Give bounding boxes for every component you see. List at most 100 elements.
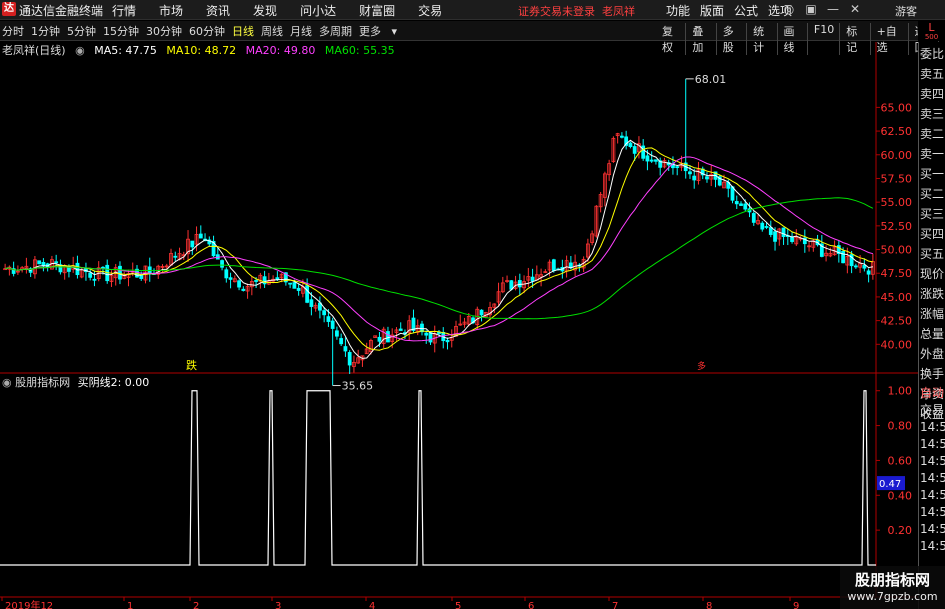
candle-down	[517, 280, 522, 288]
candle-down	[343, 346, 348, 352]
current-value-text: 0.47	[879, 479, 901, 490]
side-item-bid3[interactable]: 买三	[920, 204, 945, 225]
tab-5min[interactable]: 5分钟	[67, 23, 96, 39]
app-logo: 达	[2, 2, 16, 16]
menu-layout[interactable]: 版面	[700, 2, 724, 19]
login-warning[interactable]: 证券交易未登录 老凤祥	[518, 3, 635, 19]
candle-down	[743, 203, 748, 210]
side-item-change[interactable]: 涨跌	[920, 284, 945, 305]
window-controls: ◎ ▣ — ✕	[780, 2, 868, 16]
side-item-price[interactable]: 现价	[920, 264, 945, 285]
indicator-tick-label: 1.00	[888, 385, 913, 398]
time-tick-label: 7	[612, 601, 618, 609]
tab-daily[interactable]: 日线	[232, 23, 254, 39]
minimize-icon[interactable]: —	[824, 2, 842, 16]
price-tick-label: 62.50	[881, 125, 913, 138]
tab-1min[interactable]: 1分钟	[31, 23, 60, 39]
candle-down	[386, 331, 390, 343]
kline-chart[interactable]: 65.00 62.50 60.00 57.50 55.00 52.50 50.00 47.50…	[0, 42, 918, 609]
menu-discover[interactable]: 发现	[253, 2, 277, 19]
tab-30min[interactable]: 30分钟	[146, 23, 182, 39]
menu-news[interactable]: 资讯	[206, 2, 230, 19]
app-name: 通达信金融终端	[19, 4, 104, 18]
time-tick-label: 3	[275, 601, 281, 609]
candle-down	[118, 265, 122, 280]
scale-badge[interactable]: L 500	[918, 21, 945, 41]
candle-down	[424, 332, 429, 336]
menu-function[interactable]: 功能	[666, 2, 690, 19]
candle-down	[692, 175, 697, 181]
indicator-tick-label: 0.20	[888, 524, 913, 537]
side-item-change-pct[interactable]: 涨幅	[920, 304, 945, 325]
side-lower-panel: 自动 交易 14:56 14:56 14:56 14:56 14:56 14:5…	[919, 383, 945, 593]
menu-trade[interactable]: 交易	[418, 2, 442, 19]
menu-formula[interactable]: 公式	[734, 2, 758, 19]
candle-down	[330, 320, 335, 329]
side-item-ask3[interactable]: 卖三	[920, 104, 945, 125]
tab-60min[interactable]: 60分钟	[189, 23, 225, 39]
side-item-turnover[interactable]: 换手	[920, 364, 945, 385]
side-item-ask4[interactable]: 卖四	[920, 84, 945, 105]
tab-more[interactable]: 更多 ▾	[359, 23, 397, 39]
side-item-ask1[interactable]: 卖一	[920, 144, 945, 165]
tab-weekly[interactable]: 周线	[261, 23, 283, 39]
tab-monthly[interactable]: 月线	[290, 23, 312, 39]
side-item-ask5[interactable]: 卖五	[920, 64, 945, 85]
candle-down	[760, 222, 765, 230]
candle-down	[551, 259, 556, 272]
tab-multi-period[interactable]: 多周期	[319, 23, 352, 39]
candle-down	[688, 171, 692, 175]
price-tick-label: 65.00	[881, 101, 913, 114]
side-item-ask2[interactable]: 卖二	[920, 124, 945, 145]
candle-down	[254, 280, 258, 282]
side-time-8: 14:56	[920, 539, 945, 553]
side-item-bid2[interactable]: 买二	[920, 184, 945, 205]
ma60-line	[5, 197, 874, 320]
candle-down	[288, 282, 293, 285]
indicator-tick-label: 0.60	[888, 454, 913, 467]
close-icon[interactable]: ✕	[846, 2, 864, 16]
side-item-bid5[interactable]: 买五	[920, 244, 945, 265]
legend-toggle-icon[interactable]: ◉	[75, 44, 85, 57]
tab-15min[interactable]: 15分钟	[103, 23, 139, 39]
restore-icon[interactable]: ▣	[802, 2, 820, 16]
menu-ask[interactable]: 问小达	[300, 2, 336, 19]
tab-intraday[interactable]: 分时	[2, 23, 24, 39]
candle-down	[530, 276, 535, 282]
watermark-url: www.7gpzb.com	[847, 590, 938, 603]
side-item-bid-ratio[interactable]: 委比	[920, 44, 945, 65]
menu-quotes[interactable]: 行情	[112, 2, 136, 19]
indicator-name[interactable]: 股朋指标网	[15, 376, 70, 389]
skin-icon[interactable]: ◎	[780, 2, 798, 16]
side-item-volume[interactable]: 总量	[920, 324, 945, 345]
side-item-bid4[interactable]: 买四	[920, 224, 945, 245]
time-tick-label: 2019年12	[5, 599, 53, 609]
candle-down	[296, 287, 301, 291]
candle-down	[305, 285, 310, 303]
time-tick-label: 9	[793, 601, 799, 609]
buy-marker: 多	[697, 360, 706, 372]
time-tick-label: 5	[455, 601, 461, 609]
candle-down	[377, 336, 382, 342]
fall-marker: 跌	[186, 358, 197, 372]
candle-down	[632, 146, 637, 154]
title-bar: 达 通达信金融终端 行情 市场 资讯 发现 问小达 财富圈 交易 证券交易未登录…	[0, 0, 945, 20]
candle-down	[37, 260, 42, 265]
candle-down	[262, 276, 267, 285]
menu-wealth[interactable]: 财富圈	[359, 2, 395, 19]
candle-down	[190, 240, 195, 248]
indicator-toggle-icon[interactable]: ◉	[2, 376, 12, 389]
time-tick-label: 8	[706, 601, 712, 609]
side-item-outer[interactable]: 外盘	[920, 344, 945, 365]
guest-label[interactable]: 游客	[895, 3, 917, 19]
candle-down	[734, 201, 739, 205]
candle-down	[751, 213, 756, 223]
menu-market[interactable]: 市场	[159, 2, 183, 19]
top-menu: 行情 市场 资讯 发现 问小达 财富圈 交易	[112, 2, 465, 19]
candle-down	[768, 227, 773, 235]
price-tick-label: 45.00	[881, 291, 913, 304]
stock-name: 老凤祥(日线)	[2, 44, 66, 57]
side-item-bid1[interactable]: 买一	[920, 164, 945, 185]
indicator-legend: ◉ 股朋指标网 买阴线2: 0.00	[0, 374, 149, 389]
ma5-label: MA5: 47.75	[94, 44, 157, 57]
